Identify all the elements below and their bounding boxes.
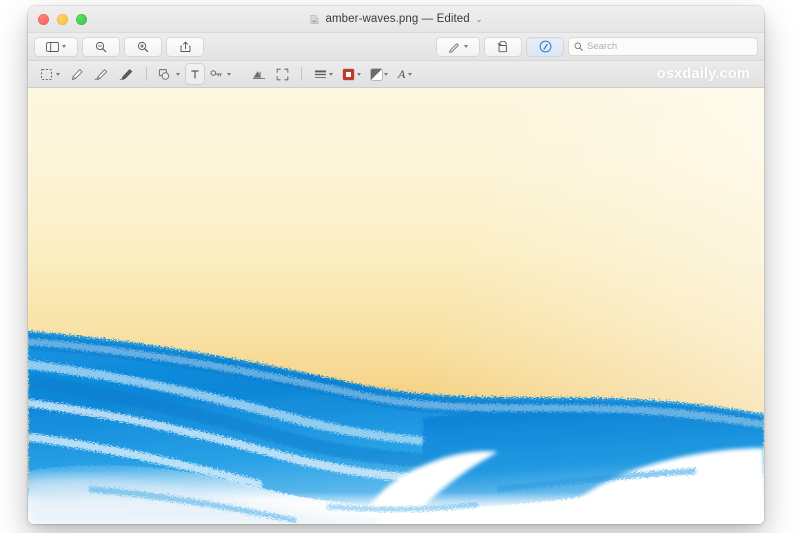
search-input[interactable]: Search [587,41,617,52]
preview-document-icon [310,14,319,24]
share-button[interactable] [167,37,203,56]
amber-waves-image [28,88,764,524]
selection-tool[interactable] [36,64,64,84]
toolbar-divider [145,67,146,81]
markup-toggle-button[interactable] [527,37,563,56]
border-color-swatch [343,68,354,80]
search-field[interactable]: Search [569,38,757,55]
main-toolbar: Search [28,33,764,61]
window-title-text: amber-waves.png — Edited [325,13,470,25]
text-tool[interactable] [185,64,204,84]
sketch-pen-icon [94,68,107,80]
search-icon [574,42,583,51]
shape-style-tool[interactable] [310,64,338,84]
zoom-out-button[interactable] [83,37,119,56]
image-canvas[interactable] [28,88,764,524]
fill-color-tool[interactable] [367,64,393,84]
toolbar-divider [301,67,302,81]
draw-tool[interactable] [115,64,138,84]
highlighter-icon [449,42,459,53]
screenshot-root: amber-waves.png — Edited ⌄ Search A osxd… [0,0,800,533]
zoom-out-icon [95,41,107,52]
instant-alpha-icon [71,68,83,80]
border-color-tool[interactable] [339,64,365,84]
chevron-down-icon [175,72,180,76]
chevron-down-icon [356,72,361,76]
shape-style-icon [314,69,326,78]
chevron-down-icon [384,72,388,76]
title-chevron-down-icon[interactable]: ⌄ [476,15,483,24]
share-icon [180,41,190,52]
markup-toolbar: A osxdaily.com [28,61,764,88]
sign-tool[interactable] [206,64,236,84]
shapes-icon [158,68,170,80]
traffic-light-group [38,6,87,32]
text-style-tool[interactable]: A [394,64,416,84]
highlight-button[interactable] [437,37,479,56]
rect-selection-icon [41,68,52,80]
minimize-window-button[interactable] [57,13,68,25]
zoom-in-icon [137,41,149,52]
chevron-down-icon [227,72,231,76]
chevron-down-icon [62,45,66,48]
chevron-down-icon [329,72,333,76]
shapes-tool[interactable] [154,64,184,84]
adjust-color-tool[interactable] [248,64,270,84]
sidebar-icon [46,41,59,52]
draw-pen-icon [119,68,132,80]
rotate-button[interactable] [485,37,521,56]
preview-window: amber-waves.png — Edited ⌄ Search A osxd… [28,6,764,524]
font-style-icon: A [398,67,406,81]
instant-alpha-tool[interactable] [66,64,88,84]
adjust-size-icon [276,68,289,80]
chevron-down-icon [464,45,468,48]
chevron-down-icon [55,72,60,76]
site-watermark: osxdaily.com [656,66,750,82]
adjust-size-tool[interactable] [272,64,293,84]
rotate-left-icon [497,40,507,52]
chevron-down-icon [407,72,412,76]
adjust-color-icon [252,71,265,80]
markup-pen-circle-icon [539,40,551,53]
window-titlebar[interactable]: amber-waves.png — Edited ⌄ [28,6,764,33]
text-box-icon [190,69,199,78]
ocean-wave-artwork [28,331,764,524]
fill-color-swatch [370,68,382,80]
zoom-in-button[interactable] [125,37,161,56]
maximize-window-button[interactable] [76,13,87,25]
sketch-tool[interactable] [90,64,113,84]
signature-icon [210,69,222,76]
close-window-button[interactable] [38,13,49,25]
sidebar-toggle-button[interactable] [35,37,77,56]
window-title-group: amber-waves.png — Edited ⌄ [28,6,764,32]
